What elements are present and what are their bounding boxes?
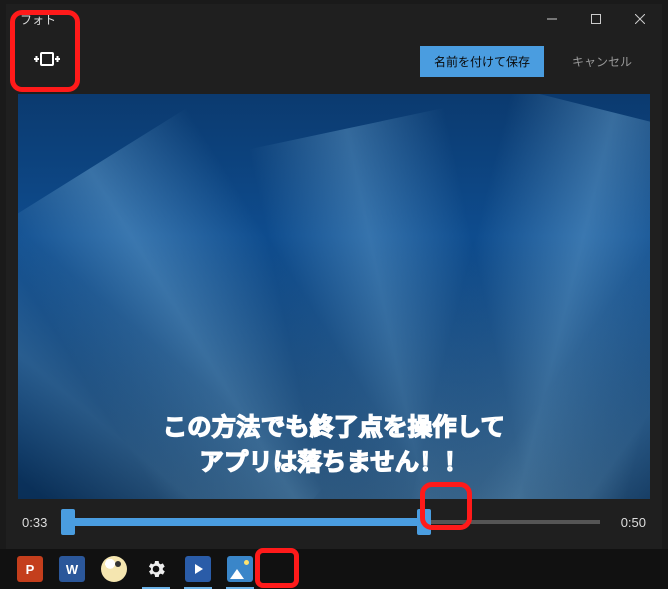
start-time-label: 0:33 — [22, 515, 56, 530]
maximize-button[interactable] — [574, 4, 618, 34]
trim-track[interactable] — [68, 511, 600, 533]
annotation-overlay: この方法でも終了点を操作して アプリは落ちません！！ — [18, 411, 650, 481]
paint-icon — [101, 556, 127, 582]
track-selected-range — [68, 518, 424, 526]
powerpoint-icon: P — [17, 556, 43, 582]
annotation-line-1: この方法でも終了点を操作して — [18, 411, 650, 446]
close-button[interactable] — [618, 4, 662, 34]
photos-app-window: フォト 名前を付けて保存 キャンセル — [6, 4, 662, 549]
trim-timeline: 0:33 0:50 — [6, 499, 662, 549]
trim-start-handle[interactable] — [61, 509, 75, 535]
photos-icon — [227, 556, 253, 582]
taskbar-item-movies[interactable] — [178, 549, 218, 589]
end-time-label: 0:50 — [612, 515, 646, 530]
taskbar-item-settings[interactable] — [136, 549, 176, 589]
app-title: フォト — [20, 11, 56, 28]
taskbar-item-photos[interactable] — [220, 549, 260, 589]
titlebar: フォト — [6, 4, 662, 34]
trim-end-handle[interactable] — [417, 509, 431, 535]
movies-icon — [185, 556, 211, 582]
gear-icon — [145, 558, 167, 580]
cancel-button[interactable]: キャンセル — [558, 46, 646, 77]
minimize-button[interactable] — [530, 4, 574, 34]
annotation-line-2: アプリは落ちません！！ — [18, 446, 650, 481]
taskbar-item-word[interactable]: W — [52, 549, 92, 589]
taskbar-item-paint[interactable] — [94, 549, 134, 589]
taskbar-item-powerpoint[interactable]: P — [10, 549, 50, 589]
save-as-button[interactable]: 名前を付けて保存 — [420, 46, 544, 77]
trim-icon[interactable] — [34, 50, 60, 73]
windows-taskbar: P W — [0, 549, 668, 589]
word-icon: W — [59, 556, 85, 582]
window-controls — [530, 4, 662, 34]
toolbar: 名前を付けて保存 キャンセル — [6, 34, 662, 88]
toolbar-actions: 名前を付けて保存 キャンセル — [420, 46, 646, 77]
video-preview[interactable]: この方法でも終了点を操作して アプリは落ちません！！ — [18, 94, 650, 499]
